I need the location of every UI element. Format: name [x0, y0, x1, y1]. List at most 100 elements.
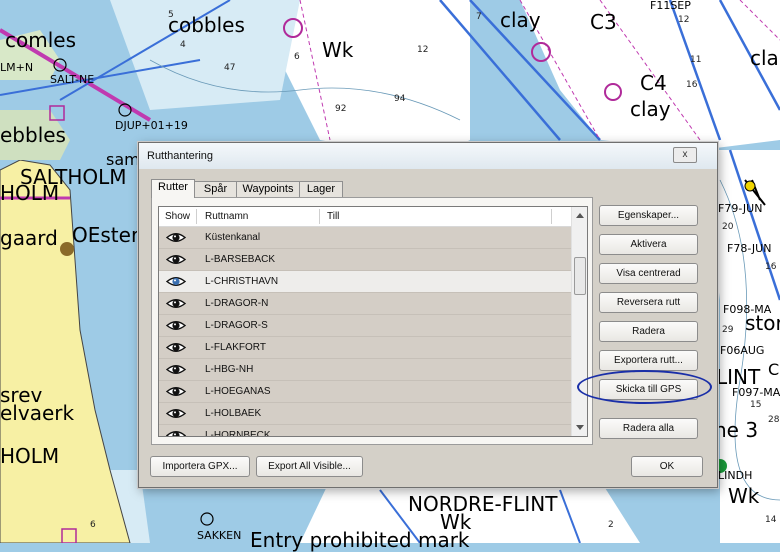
route-name: L-DRAGOR-S	[205, 320, 268, 331]
route-name: L-HOLBAEK	[205, 408, 262, 419]
route-row[interactable]: L-CHRISTHAVN	[159, 271, 571, 293]
route-row[interactable]: Küstenkanal	[159, 227, 571, 249]
scroll-thumb[interactable]	[574, 257, 586, 295]
column-header-ruttnamn[interactable]: Ruttnamn	[205, 207, 248, 226]
map-label: clay	[500, 8, 541, 32]
map-label: C3	[590, 10, 617, 34]
map-label: F11SEP	[650, 0, 691, 12]
map-label: stor	[745, 311, 780, 335]
column-header-show[interactable]: Show	[165, 207, 190, 226]
route-list[interactable]: Show Ruttnamn Till Küstenkanal L-BARSEBAC…	[158, 206, 588, 437]
export-all-visible-button[interactable]: Export All Visible...	[256, 456, 363, 477]
radera-alla-button[interactable]: Radera alla	[599, 418, 698, 439]
depth-sounding: 12	[678, 15, 690, 25]
column-divider[interactable]	[319, 209, 320, 224]
map-label: OEster	[72, 223, 140, 247]
depth-sounding: 28	[768, 415, 780, 425]
route-row[interactable]: L-HBG-NH	[159, 359, 571, 381]
eye-icon[interactable]	[165, 341, 187, 354]
map-label: LM+N	[0, 61, 34, 74]
map-label: C	[768, 360, 780, 379]
depth-sounding: 92	[335, 104, 347, 114]
eye-icon[interactable]	[165, 407, 187, 420]
depth-sounding: 11	[690, 55, 702, 65]
column-divider[interactable]	[551, 209, 552, 224]
map-label: LINDH	[718, 469, 753, 482]
route-manager-dialog: Rutthantering x Rutter Spår Waypoints La…	[138, 142, 718, 488]
map-label: DJUP+01+19	[115, 119, 188, 132]
map-label: SAKKEN	[197, 529, 242, 542]
ok-button[interactable]: OK	[631, 456, 703, 477]
map-label: ne 3	[714, 418, 759, 442]
eye-icon[interactable]	[165, 297, 187, 310]
tab-waypoints[interactable]: Waypoints	[236, 181, 300, 197]
map-label: F06AUG	[720, 344, 765, 357]
reversera-rutt-button[interactable]: Reversera rutt	[599, 292, 698, 313]
depth-sounding: 47	[224, 63, 236, 73]
route-row[interactable]: L-HORNBECK	[159, 425, 571, 437]
eye-icon[interactable]	[165, 385, 187, 398]
route-name: L-BARSEBACK	[205, 254, 276, 265]
map-label: Wk	[322, 38, 354, 62]
radera-button[interactable]: Radera	[599, 321, 698, 342]
depth-sounding: 6	[294, 52, 300, 62]
depth-sounding: 7	[476, 12, 482, 22]
route-name: L-HORNBECK	[205, 430, 271, 437]
eye-icon[interactable]	[165, 429, 187, 436]
depth-sounding: 2	[608, 520, 614, 530]
map-label: Wk	[728, 484, 760, 508]
route-name: Küstenkanal	[205, 232, 261, 243]
route-row[interactable]: L-HOEGANAS	[159, 381, 571, 403]
map-label: F79-JUN	[718, 202, 763, 215]
map-label: ebbles	[0, 123, 66, 147]
column-header-till[interactable]: Till	[327, 207, 339, 226]
eye-icon[interactable]	[165, 275, 187, 288]
vertical-scrollbar[interactable]	[571, 207, 587, 436]
egenskaper-button[interactable]: Egenskaper...	[599, 205, 698, 226]
scroll-up-icon[interactable]	[576, 213, 584, 218]
tab-lager[interactable]: Lager	[299, 181, 343, 197]
scroll-down-icon[interactable]	[576, 425, 584, 430]
map-label: sam	[106, 150, 140, 169]
route-name: L-HOEGANAS	[205, 386, 271, 397]
route-row[interactable]: L-HOLBAEK	[159, 403, 571, 425]
tab-spar[interactable]: Spår	[194, 181, 237, 197]
close-button[interactable]: x	[673, 147, 697, 163]
routes-panel: Show Ruttnamn Till Küstenkanal L-BARSEBAC…	[151, 197, 593, 445]
route-row[interactable]: L-DRAGOR-S	[159, 315, 571, 337]
map-label: elvaerk	[0, 401, 75, 425]
list-header: Show Ruttnamn Till	[159, 207, 571, 227]
depth-sounding: 29	[722, 325, 734, 335]
annotation-circle	[577, 370, 712, 404]
eye-icon[interactable]	[165, 363, 187, 376]
map-label: F78-JUN	[727, 242, 772, 255]
eye-icon[interactable]	[165, 319, 187, 332]
route-row[interactable]: L-BARSEBACK	[159, 249, 571, 271]
map-label: SALT-NE	[50, 73, 95, 86]
map-label: C4	[640, 71, 667, 95]
exportera-rutt-button[interactable]: Exportera rutt...	[599, 350, 698, 371]
map-label: Entry prohibited mark	[250, 528, 470, 552]
dialog-titlebar[interactable]: Rutthantering x	[139, 143, 717, 169]
eye-icon[interactable]	[165, 231, 187, 244]
tab-rutter[interactable]: Rutter	[151, 179, 195, 198]
map-label: cla	[750, 46, 779, 70]
depth-sounding: 12	[417, 45, 429, 55]
depth-sounding: 94	[394, 94, 406, 104]
column-divider[interactable]	[196, 209, 197, 224]
map-label: LINT	[716, 365, 761, 389]
depth-sounding: 6	[90, 520, 96, 530]
visa-centrerad-button[interactable]: Visa centrerad	[599, 263, 698, 284]
depth-sounding: 4	[180, 40, 186, 50]
route-name: L-CHRISTHAVN	[205, 276, 279, 287]
route-rows: Küstenkanal L-BARSEBACK L-CHRISTHAVN L-DRAG…	[159, 227, 571, 437]
route-row[interactable]: L-DRAGOR-N	[159, 293, 571, 315]
map-label: HOLM	[0, 181, 60, 205]
eye-icon[interactable]	[165, 253, 187, 266]
map-label: gaard	[0, 226, 58, 250]
aktivera-button[interactable]: Aktivera	[599, 234, 698, 255]
route-row[interactable]: L-FLAKFORT	[159, 337, 571, 359]
depth-sounding: 5	[168, 10, 174, 20]
importera-gpx-button[interactable]: Importera GPX...	[150, 456, 250, 477]
depth-sounding: 16	[686, 80, 698, 90]
